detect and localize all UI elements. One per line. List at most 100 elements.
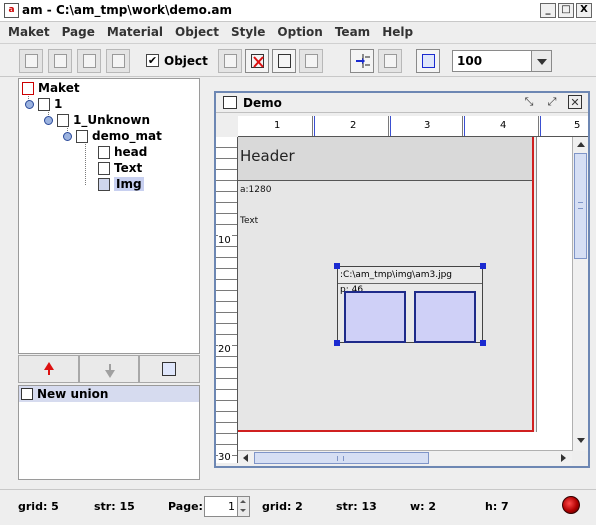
tree-label-head: head [114, 145, 148, 159]
order-buttons [18, 355, 201, 383]
ruler-label-10: 10 [218, 235, 232, 246]
page-canvas[interactable]: Header a:1280 Text :C:\am_tmp\img\am3.jp… [238, 137, 534, 432]
properties-icon [278, 54, 291, 68]
chevron-down-icon[interactable] [531, 51, 551, 71]
menu-object[interactable]: Object [169, 25, 225, 39]
tree-node-img[interactable]: Img [98, 177, 144, 191]
move-down-button[interactable] [78, 355, 140, 383]
split-columns-button[interactable] [350, 49, 374, 73]
menu-help[interactable]: Help [376, 25, 419, 39]
status-height: h: 7 [485, 500, 509, 513]
field-a[interactable]: a:1280 [240, 185, 271, 195]
demo-title-bar: Demo ⤡ ⤢ ✕ [216, 93, 588, 113]
maximize-button[interactable]: □ [558, 3, 574, 18]
scroll-left-icon[interactable] [239, 451, 253, 465]
document-icon [57, 113, 69, 127]
delete-object-button[interactable] [245, 49, 269, 73]
tree-node-text[interactable]: Text [98, 161, 142, 175]
close-icon[interactable]: ✕ [568, 95, 582, 109]
expand-handle-icon[interactable] [25, 99, 34, 109]
horizontal-scroll-thumb[interactable] [254, 452, 429, 464]
demo-title: Demo [243, 96, 282, 110]
move-up-button[interactable] [18, 355, 79, 383]
document-arrow-icon [112, 54, 125, 68]
vertical-scrollbar[interactable] [572, 137, 588, 451]
spinner-arrows-icon[interactable] [237, 497, 249, 516]
menu-style[interactable]: Style [225, 25, 271, 39]
arrow-up-icon [44, 362, 54, 375]
ruler-gridline [540, 116, 541, 136]
ruler-gridline [390, 116, 391, 136]
scroll-right-icon[interactable] [556, 451, 570, 465]
union-button[interactable] [139, 355, 201, 383]
window-controls: _ □ X [540, 3, 592, 18]
structure-tree: Maket 1 1_Unknown demo_mat head Text Img [18, 78, 200, 354]
horizontal-scrollbar[interactable] [238, 450, 572, 465]
page-gutter-bottom [238, 432, 572, 450]
resize-handle[interactable] [480, 340, 486, 346]
status-grid-right: grid: 2 [262, 500, 303, 513]
object-checkbox[interactable]: ✔ [146, 54, 159, 67]
restore-icon[interactable]: ⤡ [522, 95, 536, 109]
tree-label-unknown: 1_Unknown [73, 113, 151, 127]
merge-columns-button[interactable] [378, 49, 402, 73]
menu-page[interactable]: Page [56, 25, 101, 39]
ruler-label-20: 20 [218, 344, 232, 355]
menu-team[interactable]: Team [329, 25, 376, 39]
document-edit-icon [83, 54, 96, 68]
split-columns-icon [356, 54, 370, 68]
union-item[interactable]: New union [19, 386, 199, 402]
menu-maket[interactable]: Maket [2, 25, 56, 39]
menu-material[interactable]: Material [101, 25, 169, 39]
ruler-gridline [538, 116, 539, 136]
image-cell-right[interactable] [414, 291, 476, 343]
new-item-button[interactable] [19, 49, 43, 73]
header-band[interactable]: Header [238, 137, 532, 181]
tree-label-maket: Maket [38, 81, 80, 95]
open-item-button[interactable] [48, 49, 72, 73]
page-number: 1 [228, 500, 235, 513]
tree-node-head[interactable]: head [98, 145, 147, 159]
layout-button[interactable] [416, 49, 440, 73]
resize-handle[interactable] [334, 263, 340, 269]
page-spinner[interactable]: 1 [204, 496, 250, 517]
union-icon [162, 362, 177, 376]
tree-label-page: 1 [54, 97, 63, 111]
status-grid-left: grid: 5 [18, 500, 59, 513]
scroll-up-icon[interactable] [574, 138, 588, 152]
layout-grid-icon [422, 54, 435, 68]
demo-window: Demo ⤡ ⤢ ✕ 1 2 3 4 5 10 20 30 Header a:1… [214, 91, 590, 468]
image-cell-left[interactable] [344, 291, 406, 343]
minimize-button[interactable]: _ [540, 3, 556, 18]
ruler-label-5: 5 [574, 120, 581, 131]
export-item-button[interactable] [106, 49, 130, 73]
image-block[interactable]: :C:\am_tmp\img\am3.jpg p: 46 [337, 266, 483, 343]
ruler-gridline [464, 116, 465, 136]
ruler-gridline [312, 116, 313, 136]
maximize-icon[interactable]: ⤢ [545, 95, 559, 109]
tree-node-unknown[interactable]: 1_Unknown [44, 113, 150, 127]
scroll-down-icon[interactable] [574, 434, 588, 448]
title-bar: a am - C:\am_tmp\work\demo.am _ □ X [0, 0, 596, 22]
merge-columns-icon [384, 54, 397, 68]
expand-handle-icon[interactable] [44, 115, 53, 125]
text-block[interactable]: Text [240, 216, 258, 226]
union-icon [21, 388, 33, 400]
properties-button[interactable] [272, 49, 296, 73]
move-arrow-icon [305, 54, 318, 68]
tree-node-material[interactable]: demo_mat [63, 129, 162, 143]
vertical-scroll-thumb[interactable] [574, 153, 587, 259]
edit-item-button[interactable] [77, 49, 101, 73]
insert-object-button[interactable] [218, 49, 242, 73]
move-object-button[interactable] [299, 49, 323, 73]
close-button[interactable]: X [576, 3, 592, 18]
ruler-label-4: 4 [500, 120, 507, 131]
resize-handle[interactable] [334, 340, 340, 346]
delete-object-icon [251, 54, 264, 68]
tree-node-page[interactable]: 1 [25, 97, 62, 111]
resize-handle[interactable] [480, 263, 486, 269]
zoom-select[interactable]: 100 [452, 50, 552, 72]
expand-handle-icon[interactable] [63, 131, 72, 141]
tree-node-maket[interactable]: Maket [22, 81, 80, 95]
menu-option[interactable]: Option [271, 25, 328, 39]
